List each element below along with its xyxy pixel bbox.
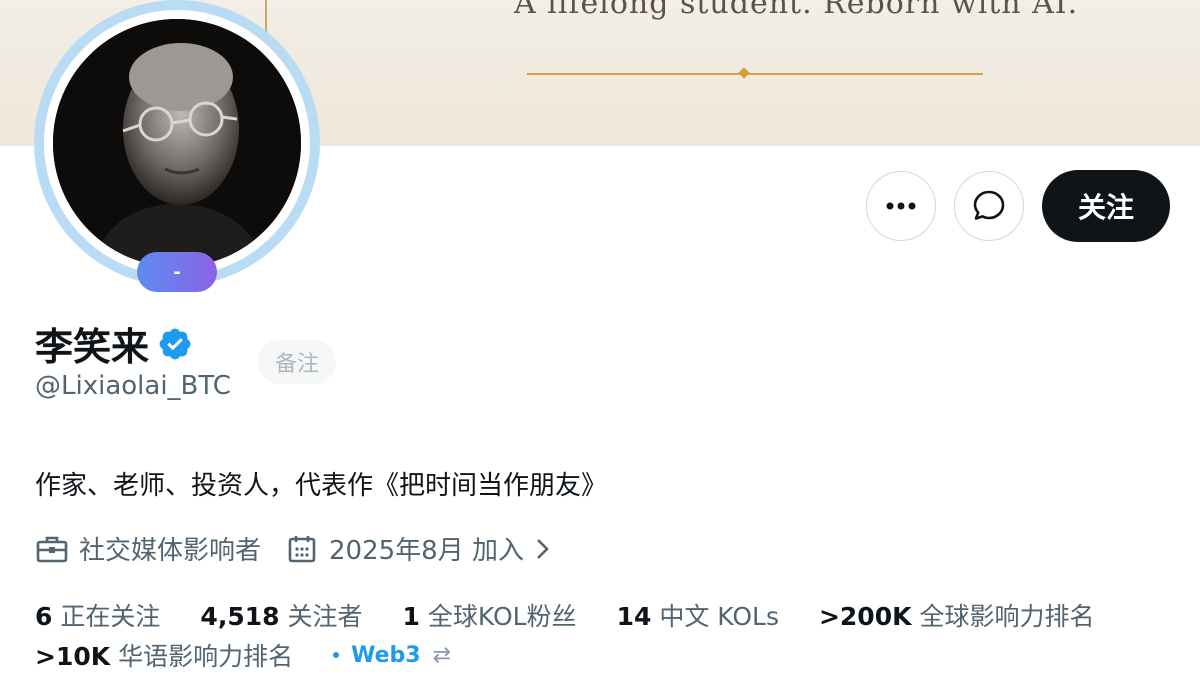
user-handle: @Lixiaolai_BTC xyxy=(35,371,231,401)
banner-divider xyxy=(527,73,983,75)
stats-row-2: >10K 华语影响力排名 Web3 ⇄ xyxy=(35,635,1095,675)
cn-rank-label: 华语影响力排名 xyxy=(118,642,294,671)
following-stat[interactable]: 6 正在关注 xyxy=(35,597,160,633)
followers-label: 关注者 xyxy=(287,602,363,631)
join-date-label: 2025年8月 加入 xyxy=(329,536,524,566)
avatar[interactable] xyxy=(53,19,301,267)
display-name: 李笑来 xyxy=(35,325,150,369)
global-rank-label: 全球影响力排名 xyxy=(919,602,1095,631)
followers-stat[interactable]: 4,518 关注者 xyxy=(200,597,362,633)
profile-bio: 作家、老师、投资人，代表作《把时间当作朋友》 xyxy=(35,471,608,501)
tag-label: Web3 xyxy=(351,642,421,668)
avatar-badge[interactable]: - xyxy=(137,252,217,292)
profile-name-row: 李笑来 xyxy=(35,316,193,371)
banner-diamond-ornament xyxy=(738,67,750,79)
cn-kol-count: 14 xyxy=(616,602,652,631)
calendar-icon xyxy=(288,535,316,562)
banner-tagline: A lifelong student. Reborn with AI. xyxy=(514,0,1079,21)
message-bubble-icon xyxy=(973,190,1005,220)
briefcase-icon xyxy=(36,536,68,562)
web3-tag[interactable]: Web3 xyxy=(333,642,421,668)
category-item: 社交媒体影响者 xyxy=(35,530,261,567)
stats-row-1: 6 正在关注 4,518 关注者 1 全球KOL粉丝 14 中文 KOLs >2… xyxy=(35,595,1095,635)
profile-stats: 6 正在关注 4,518 关注者 1 全球KOL粉丝 14 中文 KOLs >2… xyxy=(35,595,1095,675)
global-rank: >200K xyxy=(818,602,912,631)
global-kol-stat[interactable]: 1 全球KOL粉丝 xyxy=(403,597,577,633)
kol-label: 全球KOL粉丝 xyxy=(427,602,577,631)
global-rank-stat[interactable]: >200K 全球影响力排名 xyxy=(819,597,1095,633)
message-button[interactable] xyxy=(954,171,1024,241)
verified-badge-icon[interactable] xyxy=(157,326,193,362)
profile-meta: 社交媒体影响者 2025年8月 加入 xyxy=(35,530,552,567)
more-horizontal-icon xyxy=(886,202,916,210)
follow-button[interactable]: 关注 xyxy=(1042,170,1170,242)
more-options-button[interactable] xyxy=(866,171,936,241)
cn-rank: >10K xyxy=(35,642,111,671)
chevron-right-icon xyxy=(537,538,549,559)
cn-kol-label: 中文 KOLs xyxy=(659,602,779,631)
add-note-button[interactable]: 备注 xyxy=(258,340,336,384)
cn-rank-stat[interactable]: >10K 华语影响力排名 xyxy=(35,637,293,673)
category-label: 社交媒体影响者 xyxy=(79,536,262,566)
kol-count: 1 xyxy=(402,602,420,631)
avatar-portrait-icon xyxy=(53,19,301,267)
cn-kol-stat[interactable]: 14 中文 KOLs xyxy=(617,597,779,633)
join-date-item[interactable]: 2025年8月 加入 xyxy=(287,530,552,567)
swap-icon[interactable]: ⇄ xyxy=(433,643,451,668)
following-label: 正在关注 xyxy=(60,602,161,631)
following-count: 6 xyxy=(35,602,53,631)
followers-count: 4,518 xyxy=(200,602,280,631)
tag-dot-icon xyxy=(333,652,340,658)
